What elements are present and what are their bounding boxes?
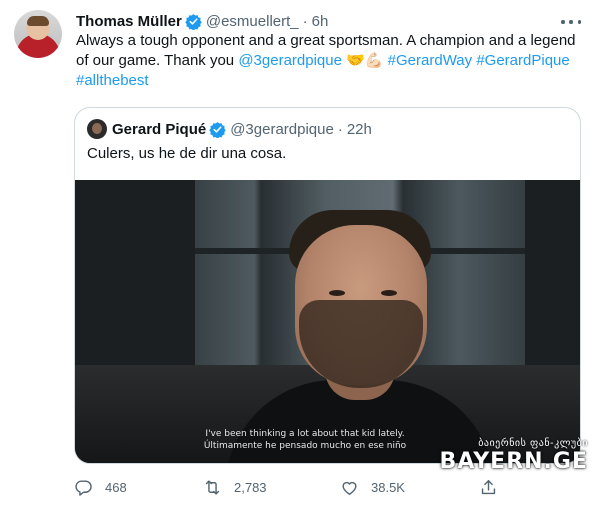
tweet-time[interactable]: 6h xyxy=(312,13,329,30)
reply-count: 468 xyxy=(105,479,127,495)
quoted-author-name[interactable]: Gerard Piqué xyxy=(112,121,206,138)
emojis: 🤝💪🏻 xyxy=(346,52,384,69)
tweet-actions: 468 2,783 38.5K xyxy=(74,476,504,498)
separator-dot: · xyxy=(302,12,308,30)
separator-dot: · xyxy=(337,120,343,138)
retweet-button[interactable]: 2,783 xyxy=(203,476,267,498)
reply-button[interactable]: 468 xyxy=(74,476,127,498)
quoted-author-handle[interactable]: @3gerardpique xyxy=(230,121,334,138)
reply-icon xyxy=(75,479,92,496)
share-icon xyxy=(481,479,496,494)
quoted-author-avatar[interactable] xyxy=(87,119,107,139)
hashtag-link[interactable]: #allthebest xyxy=(76,72,149,89)
quoted-tweet[interactable]: Gerard Piqué @3gerardpique · 22h Culers,… xyxy=(74,107,581,464)
like-button[interactable]: 38.5K xyxy=(340,476,405,498)
verified-badge-icon xyxy=(209,121,226,138)
retweet-count: 2,783 xyxy=(234,479,267,495)
watermark-subtitle: ბაიერნის ფან-კლუბი xyxy=(478,438,588,449)
retweet-icon xyxy=(205,479,220,495)
tweet-text: Always a tough opponent and a great spor… xyxy=(76,31,581,91)
quoted-tweet-time[interactable]: 22h xyxy=(347,121,372,138)
hashtag-link[interactable]: #GerardPique xyxy=(476,52,569,69)
tweet-header: Thomas Müller @esmuellert_ · 6h xyxy=(76,11,328,31)
person-eye xyxy=(381,290,397,296)
mention-link[interactable]: @3gerardpique xyxy=(238,52,342,69)
quoted-tweet-header: Gerard Piqué @3gerardpique · 22h xyxy=(112,119,372,139)
verified-badge-icon xyxy=(185,13,202,30)
more-options-icon[interactable] xyxy=(561,14,581,30)
video-player[interactable]: I've been thinking a lot about that kid … xyxy=(75,180,580,463)
like-count: 38.5K xyxy=(371,479,405,495)
person-eye xyxy=(329,290,345,296)
watermark: ბაიერნის ფან-კლუბი BAYERN.GE xyxy=(408,438,588,474)
share-button[interactable] xyxy=(479,476,498,498)
like-icon xyxy=(342,481,357,495)
author-name[interactable]: Thomas Müller xyxy=(76,13,182,30)
author-handle[interactable]: @esmuellert_ xyxy=(206,13,299,30)
quoted-tweet-text: Culers, us he de dir una cosa. xyxy=(87,145,287,162)
author-avatar[interactable] xyxy=(14,10,62,58)
watermark-logo: BAYERN.GE xyxy=(439,449,588,474)
hashtag-link[interactable]: #GerardWay xyxy=(388,52,472,69)
tweet[interactable]: Thomas Müller @esmuellert_ · 6h Always a… xyxy=(0,0,596,510)
